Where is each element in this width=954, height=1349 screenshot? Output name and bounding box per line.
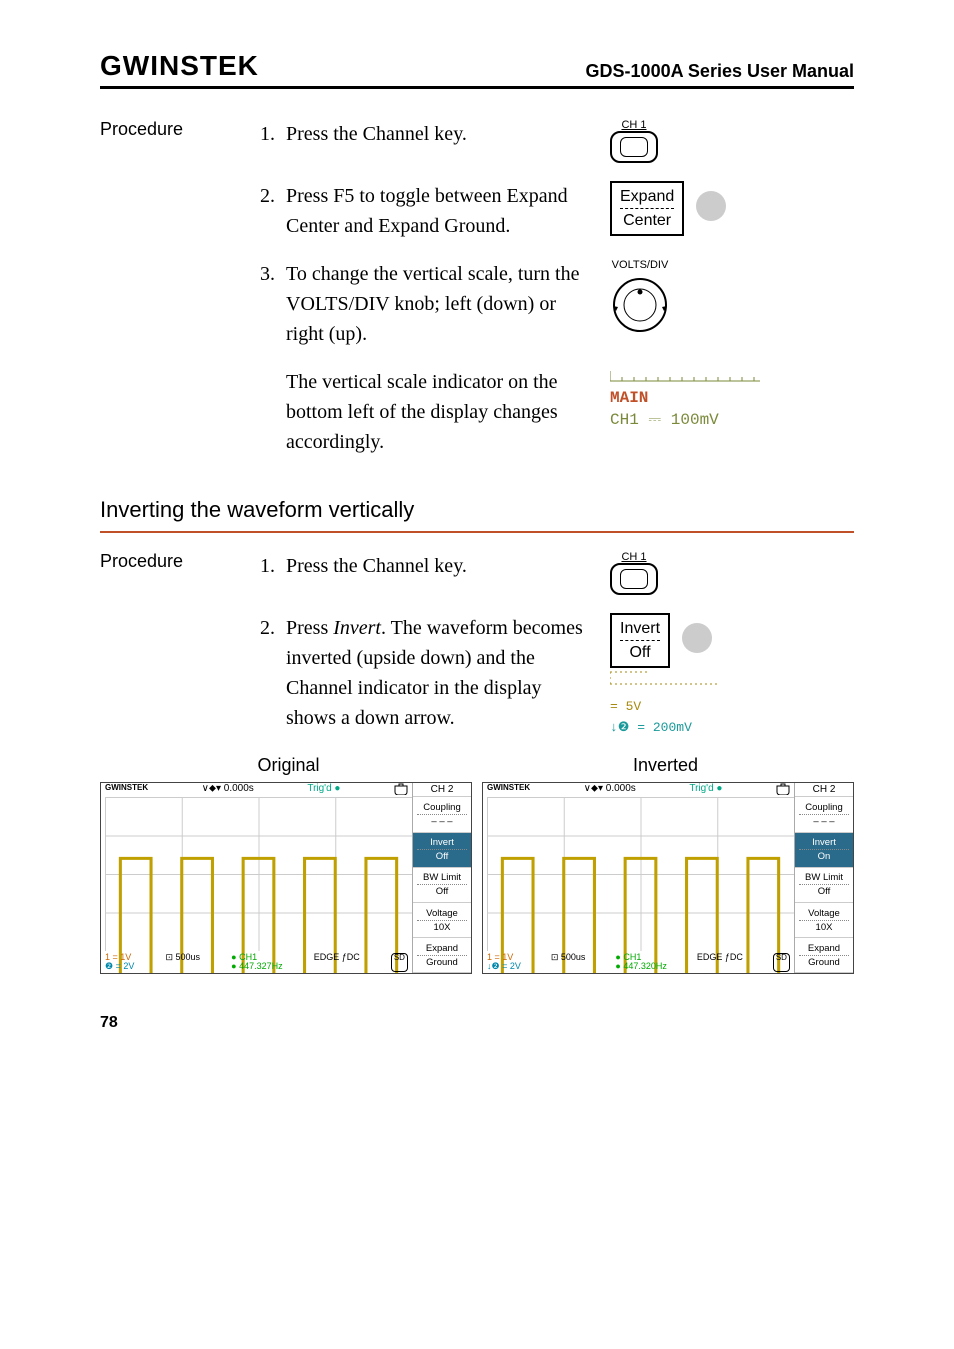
section-rule (100, 531, 854, 533)
menu-header: CH 2 (413, 783, 471, 797)
keycap-label: CH 1 (610, 119, 658, 131)
channel-key-icon: CH 1 (610, 119, 658, 163)
step-text: Press the Channel key. (286, 551, 467, 581)
scope-trigger-status: Trig'd ● (307, 783, 340, 797)
scope-side-menu: CH 2 Coupling– – – InvertOn BW LimitOff … (795, 783, 853, 973)
mini-display-icon: = 5V ↓❷ = 200mV (610, 668, 720, 735)
brand-logo: GWINSTEK (100, 50, 259, 82)
scope-freq: ● 447.320Hz (615, 961, 666, 971)
step-text: Press F5 to toggle between Expand Center… (286, 181, 590, 241)
side-button-icon (696, 191, 726, 221)
mini-lcd-line: ↓❷ = 200mV (610, 720, 692, 735)
procedure-label: Procedure (100, 551, 260, 572)
scope-side-menu: CH 2 Coupling– – – InvertOff BW LimitOff… (413, 783, 471, 973)
screenshot-title-inverted: Inverted (477, 755, 854, 776)
step-text: Press Invert. The waveform becomes inver… (286, 613, 590, 733)
softkey-line1: Expand (620, 187, 674, 206)
step-number: 2. (260, 613, 286, 733)
scope-freq: ● 447.327Hz (231, 961, 282, 971)
scope-trigger-status: Trig'd ● (689, 783, 722, 797)
mini-lcd-line: = 5V (610, 699, 641, 714)
scope-trig-src: ● CH1 (615, 952, 641, 962)
step-text: The vertical scale indicator on the bott… (286, 367, 590, 457)
scope-ch2-scale: ❷ = 2V (105, 961, 134, 971)
lcd-main-text: MAIN (610, 389, 648, 407)
scope-ch1-scale: 1 = 1V (105, 952, 131, 962)
scope-screenshot-inverted: GWINSTEK ∨⬥▾ 0.000s Trig'd ● 1 = 1V (482, 782, 854, 974)
volts-div-knob-icon: VOLTS/DIV (610, 259, 670, 340)
scope-timebase: ∨⬥▾ 0.000s (202, 783, 254, 797)
step-number: 2. (260, 181, 286, 241)
side-button-icon (682, 623, 712, 653)
lcd-channel-text: CH1 ⎓ 100mV (610, 411, 760, 429)
step-number: 1. (260, 119, 286, 149)
screenshot-title-original: Original (100, 755, 477, 776)
run-stop-icon (394, 783, 408, 797)
step-text: Press the Channel key. (286, 119, 467, 149)
scope-trig-mode: EDGE ƒDC (314, 953, 360, 973)
scope-timebase: ∨⬥▾ 0.000s (584, 783, 636, 797)
display-indicator-icon: MAIN CH1 ⎓ 100mV (610, 367, 760, 429)
scope-screenshot-original: GWINSTEK ∨⬥▾ 0.000s Trig'd ● 1 = 1V (100, 782, 472, 974)
run-stop-icon (776, 783, 790, 797)
step-number: 3. (260, 259, 286, 349)
keycap-label: CH 1 (610, 551, 658, 563)
knob-label: VOLTS/DIV (610, 259, 670, 271)
softkey-invert-icon: Invert Off (610, 613, 670, 668)
scope-timebase-val: ⊡ 500us (551, 953, 586, 973)
section-heading: Inverting the waveform vertically (100, 497, 854, 523)
menu-header: CH 2 (795, 783, 853, 797)
softkey-line2: Off (620, 643, 660, 662)
softkey-line1: Invert (620, 619, 660, 638)
softkey-line2: Center (620, 211, 674, 230)
doc-title: GDS-1000A Series User Manual (586, 61, 854, 82)
sd-icon: SD (391, 953, 408, 973)
scope-brand: GWINSTEK (105, 783, 148, 797)
channel-key-icon: CH 1 (610, 551, 658, 595)
step-text: To change the vertical scale, turn the V… (286, 259, 590, 349)
step-number: 1. (260, 551, 286, 581)
scope-ch2-scale: ↓❷ = 2V (487, 961, 521, 971)
softkey-expand-center-icon: Expand Center (610, 181, 684, 236)
page-number: 78 (100, 1014, 854, 1032)
scope-timebase-val: ⊡ 500us (165, 953, 200, 973)
scope-brand: GWINSTEK (487, 783, 530, 797)
page-header: GWINSTEK GDS-1000A Series User Manual (100, 50, 854, 89)
scope-ch1-scale: 1 = 1V (487, 952, 513, 962)
scope-trig-src: ● CH1 (231, 952, 257, 962)
scope-trig-mode: EDGE ƒDC (697, 953, 743, 973)
procedure-label: Procedure (100, 119, 260, 140)
sd-icon: SD (773, 953, 790, 973)
